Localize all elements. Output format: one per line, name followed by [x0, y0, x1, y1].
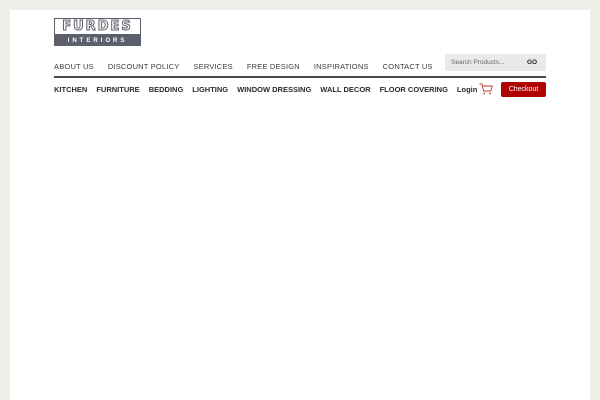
nav-discount-policy[interactable]: DISCOUNT POLICY — [108, 62, 180, 71]
nav-divider — [54, 76, 546, 78]
site-logo[interactable]: FURDES INTERIORS — [54, 18, 141, 46]
category-floor-covering[interactable]: FLOOR COVERING — [380, 85, 448, 94]
login-link[interactable]: Login — [457, 85, 477, 94]
category-bedding[interactable]: BEDDING — [149, 85, 184, 94]
cart-icon[interactable] — [479, 83, 493, 95]
logo-wordmark: FURDES — [54, 18, 141, 35]
nav-services[interactable]: SERVICES — [193, 62, 232, 71]
category-window-dressing[interactable]: WINDOW DRESSING — [237, 85, 311, 94]
page-container: FURDES INTERIORS ABOUT US DISCOUNT POLIC… — [10, 10, 590, 400]
category-kitchen[interactable]: KITCHEN — [54, 85, 87, 94]
nav-free-design[interactable]: FREE DESIGN — [247, 62, 300, 71]
checkout-button[interactable]: Checkout — [501, 82, 546, 97]
logo-bottom-text: INTERIORS — [67, 37, 128, 44]
nav-about-us[interactable]: ABOUT US — [54, 62, 94, 71]
category-wall-decor[interactable]: WALL DECOR — [320, 85, 370, 94]
logo-subtitle-band: INTERIORS — [54, 35, 141, 46]
search-input[interactable] — [445, 54, 523, 71]
category-nav: KITCHEN FURNITURE BEDDING LIGHTING WINDO… — [54, 83, 486, 95]
logo-top-text: FURDES — [62, 19, 133, 34]
nav-inspirations[interactable]: INSPIRATIONS — [314, 62, 369, 71]
nav-contact-us[interactable]: CONTACT US — [383, 62, 433, 71]
search-go-button[interactable]: GO — [527, 59, 537, 66]
search-bar: GO — [445, 54, 546, 71]
top-nav: ABOUT US DISCOUNT POLICY SERVICES FREE D… — [54, 59, 493, 73]
category-furniture[interactable]: FURNITURE — [96, 85, 139, 94]
category-lighting[interactable]: LIGHTING — [192, 85, 228, 94]
